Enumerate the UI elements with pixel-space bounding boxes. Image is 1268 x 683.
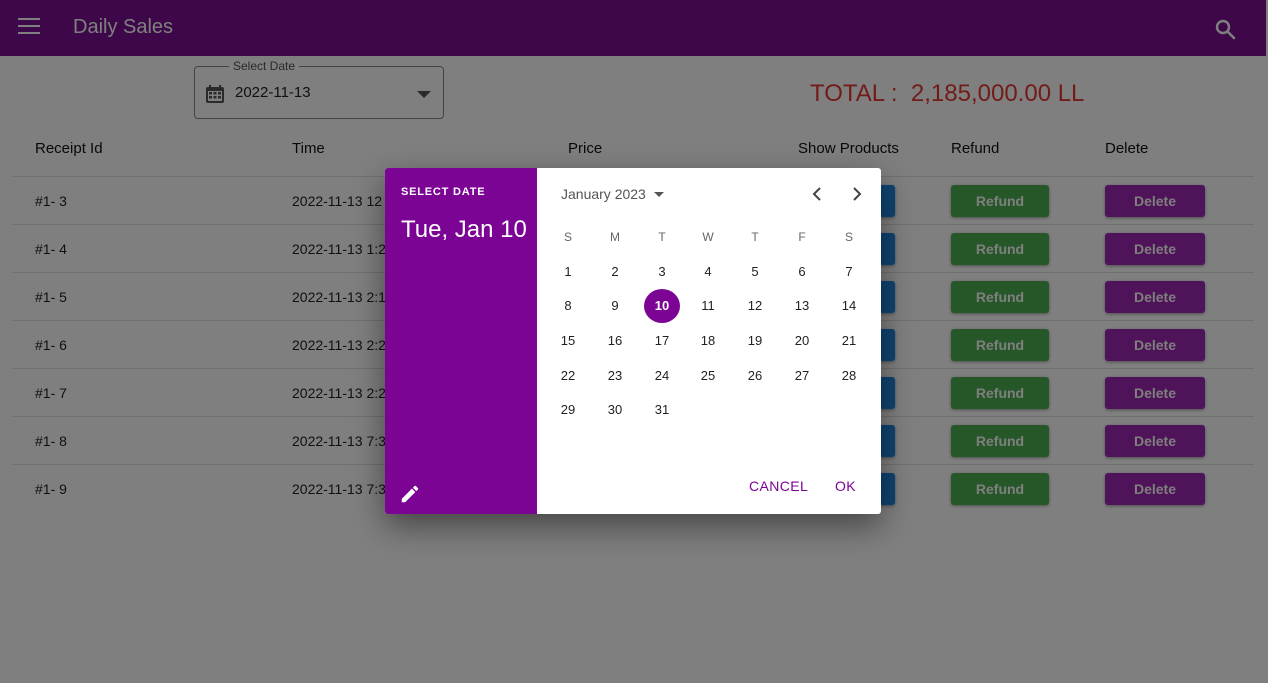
calendar-day[interactable]: 6 xyxy=(784,255,820,289)
weekday-label: T xyxy=(751,230,759,244)
calendar-day[interactable]: 5 xyxy=(737,255,773,289)
calendar-day[interactable]: 12 xyxy=(737,289,773,323)
weekday-label: F xyxy=(798,230,806,244)
weekday-label: T xyxy=(658,230,666,244)
calendar-day[interactable]: 25 xyxy=(690,359,726,393)
calendar-day[interactable]: 20 xyxy=(784,324,820,358)
calendar-day[interactable]: 4 xyxy=(690,255,726,289)
calendar-day[interactable]: 18 xyxy=(690,324,726,358)
month-year-label: January 2023 xyxy=(561,186,646,202)
calendar-day[interactable]: 24 xyxy=(644,359,680,393)
calendar-panel: January 2023 SMTWTFS 1 2 3 4 5 6 7 8 9 10 11 12 13 14… xyxy=(537,168,881,514)
calendar-day[interactable]: 28 xyxy=(831,359,867,393)
calendar-day[interactable]: 16 xyxy=(597,324,633,358)
calendar-day[interactable]: 1 xyxy=(550,255,586,289)
calendar-day[interactable]: 21 xyxy=(831,324,867,358)
edit-pencil-icon[interactable] xyxy=(399,483,421,505)
calendar-day[interactable]: 31 xyxy=(644,393,680,427)
month-year-selector[interactable]: January 2023 xyxy=(561,186,664,202)
calendar-day[interactable]: 11 xyxy=(690,289,726,323)
calendar-day[interactable]: 19 xyxy=(737,324,773,358)
calendar-day[interactable]: 22 xyxy=(550,359,586,393)
calendar-day[interactable]: 2 xyxy=(597,255,633,289)
calendar-day[interactable]: 26 xyxy=(737,359,773,393)
selected-date-text: Tue, Jan 10 xyxy=(401,216,527,243)
ok-button[interactable]: OK xyxy=(835,478,856,494)
calendar-day[interactable]: 3 xyxy=(644,255,680,289)
cancel-button[interactable]: CANCEL xyxy=(749,478,808,494)
calendar-day[interactable]: 13 xyxy=(784,289,820,323)
weekday-label: W xyxy=(702,230,714,244)
calendar-day[interactable]: 15 xyxy=(550,324,586,358)
weekday-label: S xyxy=(563,230,572,244)
dropdown-arrow-icon xyxy=(653,191,664,197)
calendar-day[interactable]: 27 xyxy=(784,359,820,393)
calendar-day[interactable]: 8 xyxy=(550,289,586,323)
calendar-day[interactable]: 30 xyxy=(597,393,633,427)
date-picker-dialog: SELECT DATE Tue, Jan 10 January 2023 S M T… xyxy=(385,168,881,514)
selected-day[interactable]: 10 xyxy=(644,289,680,323)
calendar-day[interactable]: 17 xyxy=(644,324,680,358)
date-picker-header-label: SELECT DATE xyxy=(401,186,486,198)
calendar-day[interactable]: 29 xyxy=(550,393,586,427)
next-month-icon[interactable] xyxy=(845,182,869,206)
calendar-day[interactable]: 23 xyxy=(597,359,633,393)
calendar-day[interactable]: 7 xyxy=(831,255,867,289)
calendar-day[interactable]: 14 xyxy=(831,289,867,323)
calendar-day[interactable]: 9 xyxy=(597,289,633,323)
weekday-label: S xyxy=(844,230,853,244)
weekday-label: M xyxy=(610,230,620,244)
previous-month-icon[interactable] xyxy=(805,182,829,206)
date-picker-header: SELECT DATE Tue, Jan 10 xyxy=(385,168,537,514)
